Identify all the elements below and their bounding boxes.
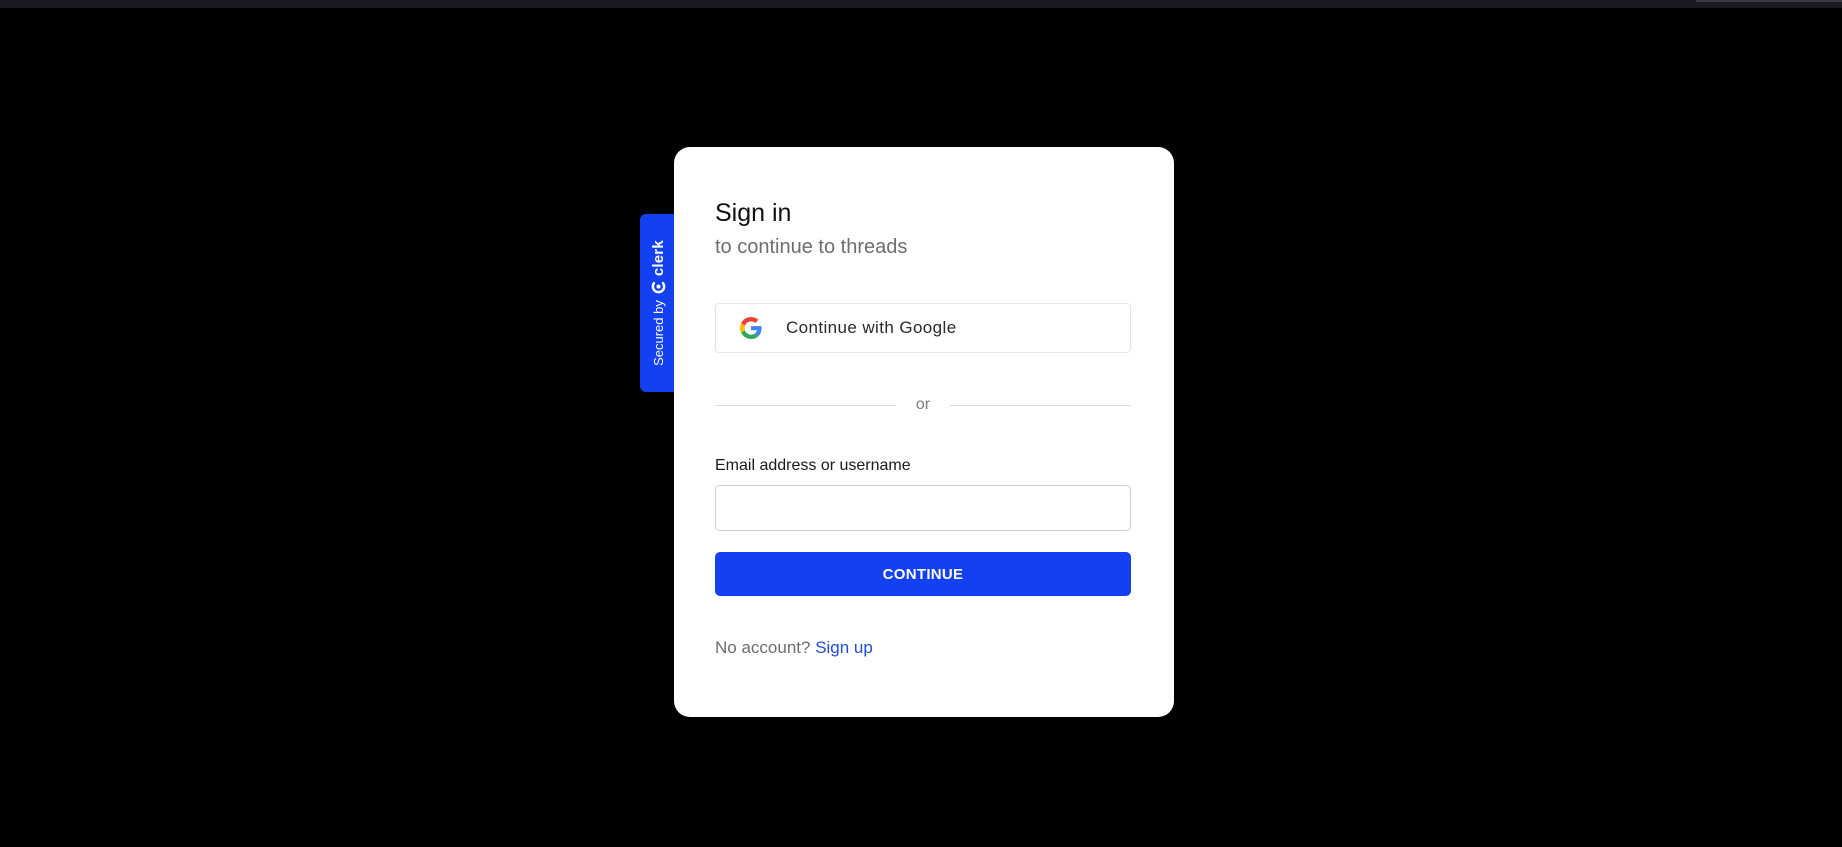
badge-secured-text: Secured by [650, 300, 666, 366]
divider-line-right [950, 404, 1132, 406]
email-field-label: Email address or username [715, 457, 911, 474]
clerk-logo: clerk [650, 240, 667, 294]
sign-up-prompt: No account? Sign up [715, 638, 873, 658]
badge-brand-text: clerk [649, 240, 667, 277]
badge-content: Secured by clerk [640, 214, 676, 392]
browser-tab-indicator [1696, 0, 1842, 2]
continue-with-google-button[interactable]: Continue with Google [715, 303, 1131, 353]
clerk-logo-icon [651, 279, 666, 294]
browser-top-bar [0, 0, 1842, 8]
no-account-text: No account? [715, 638, 811, 657]
sign-up-link[interactable]: Sign up [815, 638, 873, 657]
email-field[interactable] [715, 485, 1131, 531]
divider-line-left [715, 404, 896, 406]
google-button-label: Continue with Google [786, 318, 957, 337]
divider-text: or [915, 396, 931, 413]
page-subtitle: to continue to threads [715, 236, 908, 258]
sign-in-card: Sign in to continue to threads Continue … [674, 147, 1174, 717]
continue-button[interactable]: CONTINUE [715, 552, 1131, 596]
google-icon [740, 317, 762, 339]
or-divider: or [715, 395, 1132, 415]
secured-by-clerk-badge[interactable]: Secured by clerk [640, 214, 676, 392]
page-title: Sign in [715, 199, 792, 227]
